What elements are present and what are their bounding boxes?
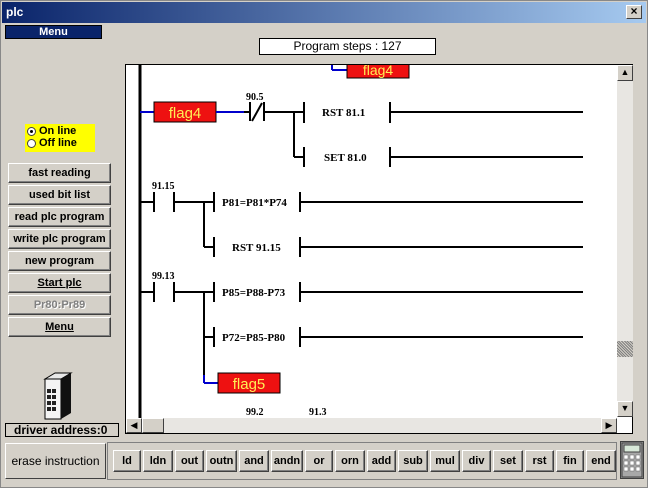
ladder-diagram-canvas[interactable]: flag4 flag4 90.5 RST 81.1 SET 81.0 91.15… [125,64,633,434]
instr-add-button[interactable]: add [367,450,396,472]
instr-set-button[interactable]: set [493,450,523,472]
radio-online-label: On line [39,125,77,137]
radio-offline[interactable]: Off line [27,137,93,149]
calculator-icon[interactable] [620,441,644,479]
start-plc-button[interactable]: Start plc [8,273,111,293]
plc-window: plc × Menu Program steps : 127 On line O… [0,0,648,488]
calculator-icon-graphic [621,442,643,478]
instr-andn-button[interactable]: andn [271,450,303,472]
contact-address: 99.13 [152,271,175,282]
ladder-diagram: flag4 flag4 90.5 RST 81.1 SET 81.0 91.15… [138,65,583,418]
instr-ldn-button[interactable]: ldn [143,450,173,472]
flag-label: flag5 [233,376,266,393]
radio-offline-dot[interactable] [27,138,36,148]
instr-fin-button[interactable]: fin [556,450,584,472]
instruction-toolbar: ld ldn out outn and andn or orn add sub … [107,442,617,480]
radio-offline-label: Off line [39,137,77,149]
arrow-left-icon[interactable]: ◀ [126,418,142,433]
instr-mul-button[interactable]: mul [430,450,460,472]
program-steps-display: Program steps : 127 [259,38,436,55]
horizontal-scroll-thumb[interactable] [142,418,164,433]
arrow-up-icon[interactable]: ▲ [617,65,633,81]
pr80-pr89-button[interactable]: Pr80:Pr89 [8,295,111,315]
instr-ld-button[interactable]: ld [113,450,141,472]
title-bar: plc × [2,2,646,23]
plc-device-icon [43,372,73,420]
instruction-text[interactable]: RST 81.1 [322,107,365,119]
fast-reading-button[interactable]: fast reading [8,163,111,183]
driver-address-label: driver address:0 [5,423,119,437]
read-plc-program-button[interactable]: read plc program [8,207,111,227]
used-bit-list-button[interactable]: used bit list [8,185,111,205]
new-program-button[interactable]: new program [8,251,111,271]
erase-instruction-button[interactable]: erase instruction [5,443,106,479]
write-plc-program-button[interactable]: write plc program [8,229,111,249]
contact-address: 91.3 [309,407,327,418]
instruction-text[interactable]: P81=P81*P74 [222,197,287,209]
contact-address: 91.15 [152,181,175,192]
instr-outn-button[interactable]: outn [206,450,237,472]
instruction-text[interactable]: P85=P88-P73 [222,287,286,299]
instr-div-button[interactable]: div [462,450,491,472]
instruction-text[interactable]: SET 81.0 [324,152,367,164]
instr-out-button[interactable]: out [175,450,204,472]
menu-button-top[interactable]: Menu [5,25,102,39]
instr-or-button[interactable]: or [305,450,333,472]
radio-online[interactable]: On line [27,125,93,137]
instr-orn-button[interactable]: orn [335,450,365,472]
instruction-text[interactable]: P72=P85-P80 [222,332,286,344]
flag-label: flag4 [169,105,202,122]
instr-end-button[interactable]: end [586,450,616,472]
menu-button[interactable]: Menu [8,317,111,337]
connection-mode-group: On line Off line [25,124,95,152]
contact-address: 90.5 [246,92,264,103]
close-icon[interactable]: × [626,5,642,19]
window-title: plc [6,5,24,19]
instr-rst-button[interactable]: rst [525,450,554,472]
instr-and-button[interactable]: and [239,450,269,472]
vertical-scroll-thumb[interactable] [617,341,633,357]
instruction-text[interactable]: RST 91.15 [232,242,281,254]
contact-address: 99.2 [246,407,264,418]
arrow-right-icon[interactable]: ▶ [601,418,617,433]
contact-nc [251,102,263,122]
flag-label: flag4 [363,65,394,78]
radio-online-dot[interactable] [27,126,36,136]
horizontal-scrollbar[interactable]: ◀ ▶ [126,418,617,433]
vertical-scrollbar[interactable]: ▲ ▼ [617,65,633,417]
arrow-down-icon[interactable]: ▼ [617,401,633,417]
instr-sub-button[interactable]: sub [398,450,428,472]
